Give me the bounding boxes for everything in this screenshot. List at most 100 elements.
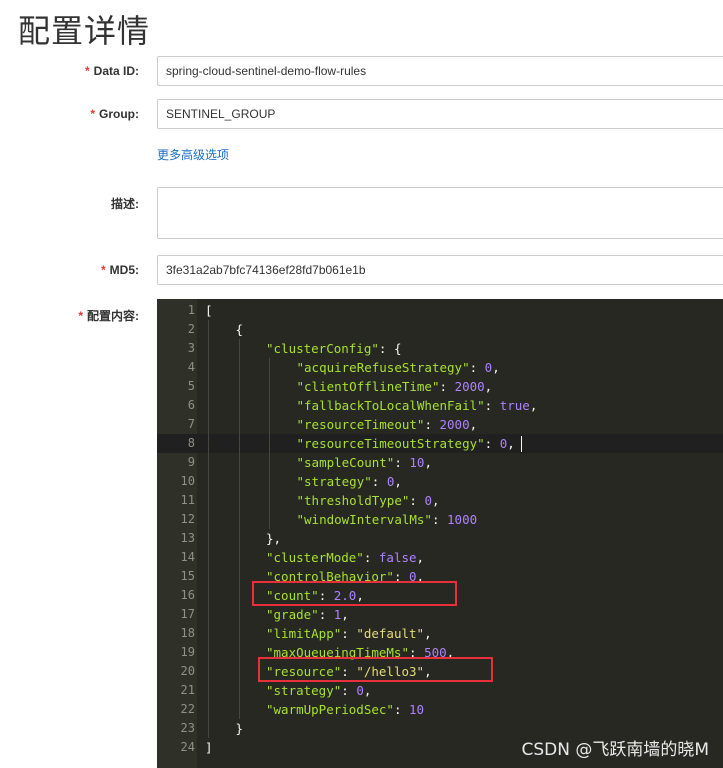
indent-guide [238, 415, 240, 434]
json-key: "thresholdType" [296, 493, 410, 508]
json-key: "acquireRefuseStrategy" [296, 360, 470, 375]
indent-guide [269, 472, 270, 491]
indent-guide [208, 320, 209, 339]
code-line[interactable]: 1[ [157, 301, 723, 320]
line-number: 3 [187, 341, 195, 355]
json-key: "fallbackToLocalWhenFail" [296, 398, 485, 413]
indent-guide [238, 491, 240, 510]
json-punctuation: , [416, 550, 425, 565]
indent-guide [208, 605, 209, 624]
json-punctuation: : [484, 436, 500, 451]
json-value: 1000 [447, 512, 478, 527]
code-line[interactable]: 6 "fallbackToLocalWhenFail": true, [157, 396, 723, 415]
code-text: "clientOfflineTime": 2000, [297, 377, 493, 396]
indent-guide [269, 453, 270, 472]
code-text: "strategy": 0, [297, 472, 402, 491]
json-punctuation: , [507, 436, 515, 451]
line-number: 16 [180, 588, 195, 602]
md5-input[interactable]: 3fe31a2ab7bfc74136ef28fd7b061e1b [157, 255, 723, 285]
code-line[interactable]: 14 "clusterMode": false, [157, 548, 723, 567]
json-punctuation: : [371, 474, 387, 489]
indent-guide [208, 510, 209, 529]
indent-guide [238, 472, 240, 491]
code-text: "acquireRefuseStrategy": 0, [297, 358, 500, 377]
code-line[interactable]: 13}, [157, 529, 723, 548]
json-value: 0 [424, 493, 432, 508]
json-punctuation: , [394, 474, 402, 489]
indent-guide [208, 624, 209, 643]
required-mark: * [84, 64, 90, 78]
indent-guide [208, 700, 209, 719]
json-key: "limitApp" [266, 626, 342, 641]
indent-guide [238, 586, 240, 605]
indent-guide [208, 339, 209, 358]
indent-guide [269, 377, 270, 396]
json-punctuation: : [409, 493, 425, 508]
json-value: 0 [356, 683, 364, 698]
code-editor[interactable]: 1[2{ 3 "clusterConfig": { 4 "acquireRefuseSt… [157, 299, 723, 768]
advanced-options-link[interactable]: 更多高级选项 [157, 146, 229, 163]
line-number: 21 [180, 683, 195, 697]
json-value: 2000 [454, 379, 485, 394]
indent-guide [208, 396, 209, 415]
json-value: 2000 [439, 417, 470, 432]
group-input[interactable]: SENTINEL_GROUP [157, 99, 723, 129]
code-text: "fallbackToLocalWhenFail": true, [297, 396, 538, 415]
line-number: 23 [180, 721, 195, 735]
code-line[interactable]: 2{ [157, 320, 723, 339]
json-punctuation: }, [266, 531, 282, 546]
indent-guide [238, 529, 240, 548]
code-line[interactable]: 10 "strategy": 0, [157, 472, 723, 491]
code-line[interactable]: 4 "acquireRefuseStrategy": 0, [157, 358, 723, 377]
code-line[interactable]: 3 "clusterConfig": { [157, 339, 723, 358]
code-text: "resourceTimeoutStrategy": 0, [297, 434, 515, 453]
json-punctuation: , [484, 379, 493, 394]
code-line[interactable]: 11 "thresholdType": 0, [157, 491, 723, 510]
indent-guide [269, 434, 270, 453]
json-value: true [499, 398, 530, 413]
line-number: 7 [187, 417, 195, 431]
indent-guide [238, 377, 240, 396]
description-textarea[interactable] [157, 187, 723, 239]
indent-guide [208, 548, 209, 567]
code-line[interactable]: 5 "clientOfflineTime": 2000, [157, 377, 723, 396]
code-line[interactable]: 21 "strategy": 0, [157, 681, 723, 700]
code-line[interactable]: 12 "windowIntervalMs": 1000 [157, 510, 723, 529]
json-value: 10 [409, 702, 425, 717]
code-line[interactable]: 8 "resourceTimeoutStrategy": 0, [157, 434, 723, 453]
json-key: "clientOfflineTime" [296, 379, 440, 394]
indent-guide [208, 415, 209, 434]
code-text: "thresholdType": 0, [297, 491, 440, 510]
line-number: 6 [187, 398, 195, 412]
code-line[interactable]: 17 "grade": 1, [157, 605, 723, 624]
json-punctuation: : [363, 550, 379, 565]
json-punctuation: : { [378, 341, 402, 356]
code-line[interactable]: 18 "limitApp": "default", [157, 624, 723, 643]
json-punctuation: , [492, 360, 500, 375]
indent-guide [208, 662, 209, 681]
json-punctuation: , [424, 626, 432, 641]
json-value: 10 [409, 455, 425, 470]
json-punctuation: : [341, 626, 357, 641]
indent-guide [238, 643, 240, 662]
indent-guide [208, 472, 209, 491]
code-text: "limitApp": "default", [266, 624, 432, 643]
indent-guide [238, 700, 240, 719]
indent-guide [208, 567, 209, 586]
indent-guide [238, 605, 240, 624]
json-punctuation: [ [205, 303, 213, 318]
line-number: 18 [180, 626, 195, 640]
code-line[interactable]: 22 "warmUpPeriodSec": 10 [157, 700, 723, 719]
data-id-input[interactable]: spring-cloud-sentinel-demo-flow-rules [157, 56, 723, 86]
code-line[interactable]: 7 "resourceTimeout": 2000, [157, 415, 723, 434]
line-number: 24 [180, 740, 195, 754]
md5-label: * MD5: [100, 263, 139, 277]
watermark: CSDN @飞跃南墙的晓M [521, 740, 709, 760]
code-line[interactable]: 9 "sampleCount": 10, [157, 453, 723, 472]
json-punctuation: , [363, 683, 372, 698]
indent-guide [269, 491, 270, 510]
json-key: "clusterConfig" [266, 341, 379, 356]
code-text: "warmUpPeriodSec": 10 [266, 700, 424, 719]
json-punctuation: : [318, 607, 334, 622]
code-text: "sampleCount": 10, [297, 453, 433, 472]
